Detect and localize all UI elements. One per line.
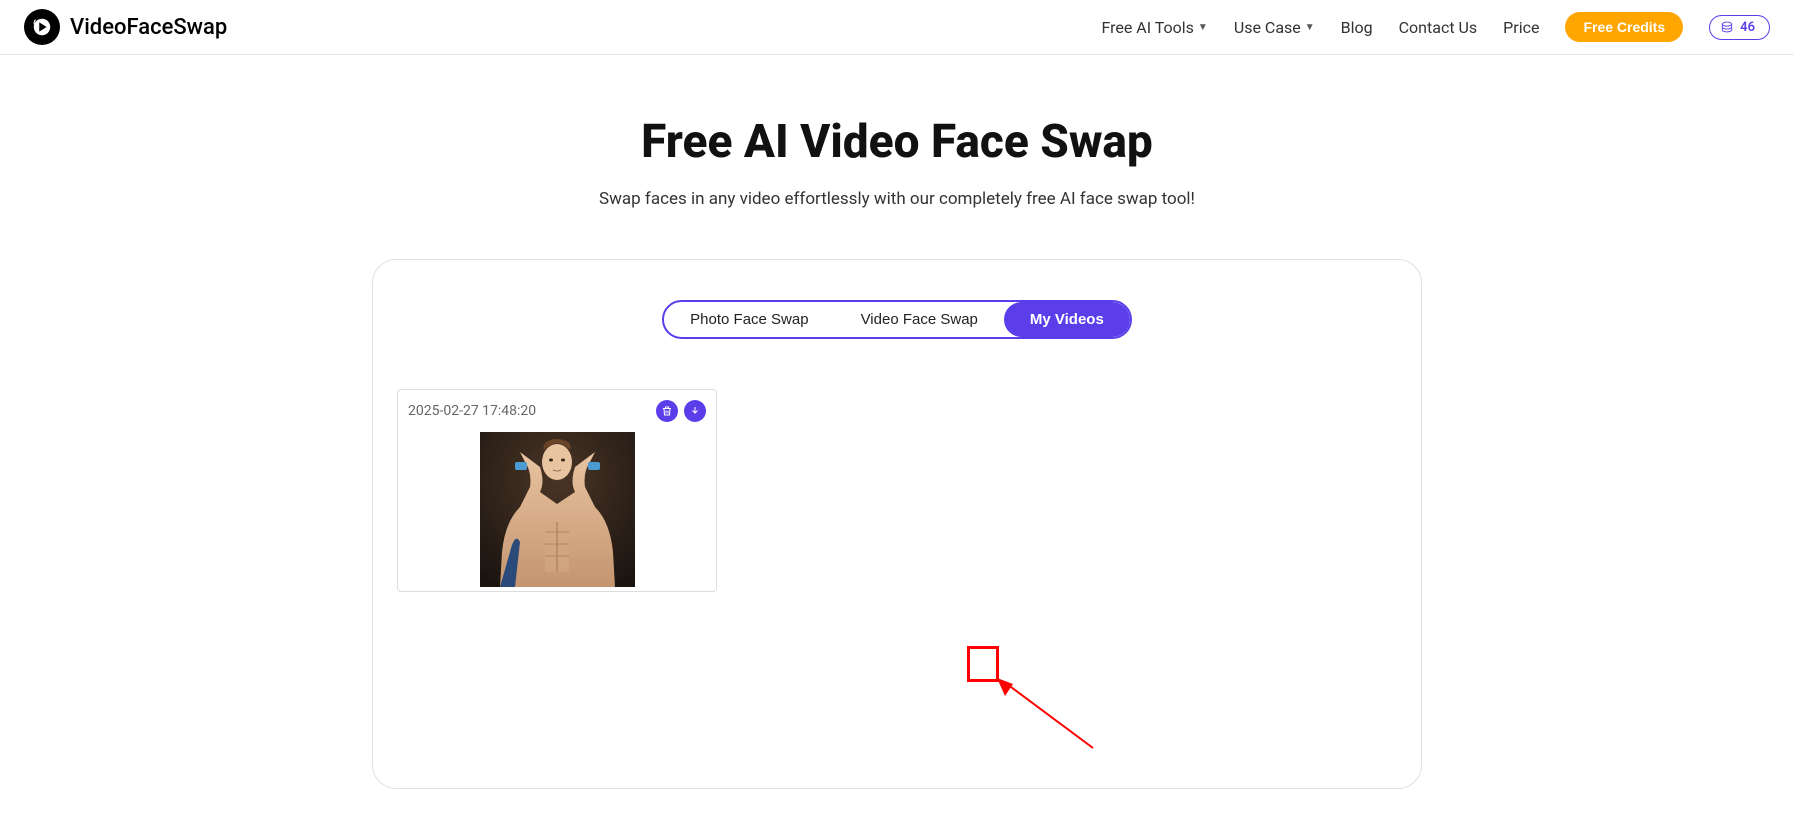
delete-button[interactable] [656,400,678,422]
nav-free-ai-tools[interactable]: Free AI Tools ▼ [1101,18,1207,37]
logo-icon [24,9,60,45]
video-card-header: 2025-02-27 17:48:20 [408,400,706,422]
video-actions [656,400,706,422]
brand-text: VideoFaceSwap [70,15,227,40]
thumbnail-wrap [408,432,706,587]
videos-grid: 2025-02-27 17:48:20 [373,389,1421,592]
download-button[interactable] [684,400,706,422]
coins-count: 46 [1740,20,1755,35]
nav-use-case[interactable]: Use Case ▼ [1234,18,1315,37]
nav-price[interactable]: Price [1503,18,1539,37]
main-card: Photo Face Swap Video Face Swap My Video… [372,259,1422,789]
header: VideoFaceSwap Free AI Tools ▼ Use Case ▼… [0,0,1794,55]
annotation-highlight-box [967,646,999,682]
video-timestamp: 2025-02-27 17:48:20 [408,403,536,419]
chevron-down-icon: ▼ [1305,22,1315,33]
nav: Free AI Tools ▼ Use Case ▼ Blog Contact … [1101,12,1770,42]
video-thumbnail[interactable] [480,432,635,587]
tab-my-videos[interactable]: My Videos [1004,302,1130,337]
video-card[interactable]: 2025-02-27 17:48:20 [397,389,717,592]
download-icon [689,405,701,417]
tabs: Photo Face Swap Video Face Swap My Video… [662,300,1132,339]
tab-photo-face-swap[interactable]: Photo Face Swap [664,302,834,337]
coins-icon [1720,20,1734,34]
page-subtitle: Swap faces in any video effortlessly wit… [20,189,1774,209]
brand[interactable]: VideoFaceSwap [24,9,227,45]
free-credits-button[interactable]: Free Credits [1565,12,1683,42]
hero: Free AI Video Face Swap Swap faces in an… [0,55,1794,249]
page-title: Free AI Video Face Swap [20,115,1774,169]
nav-contact-us[interactable]: Contact Us [1399,18,1478,37]
chevron-down-icon: ▼ [1198,22,1208,33]
nav-blog[interactable]: Blog [1341,18,1373,37]
tab-video-face-swap[interactable]: Video Face Swap [835,302,1004,337]
coins-badge[interactable]: 46 [1709,15,1770,40]
trash-icon [661,405,673,417]
annotation-arrow [993,678,1103,758]
